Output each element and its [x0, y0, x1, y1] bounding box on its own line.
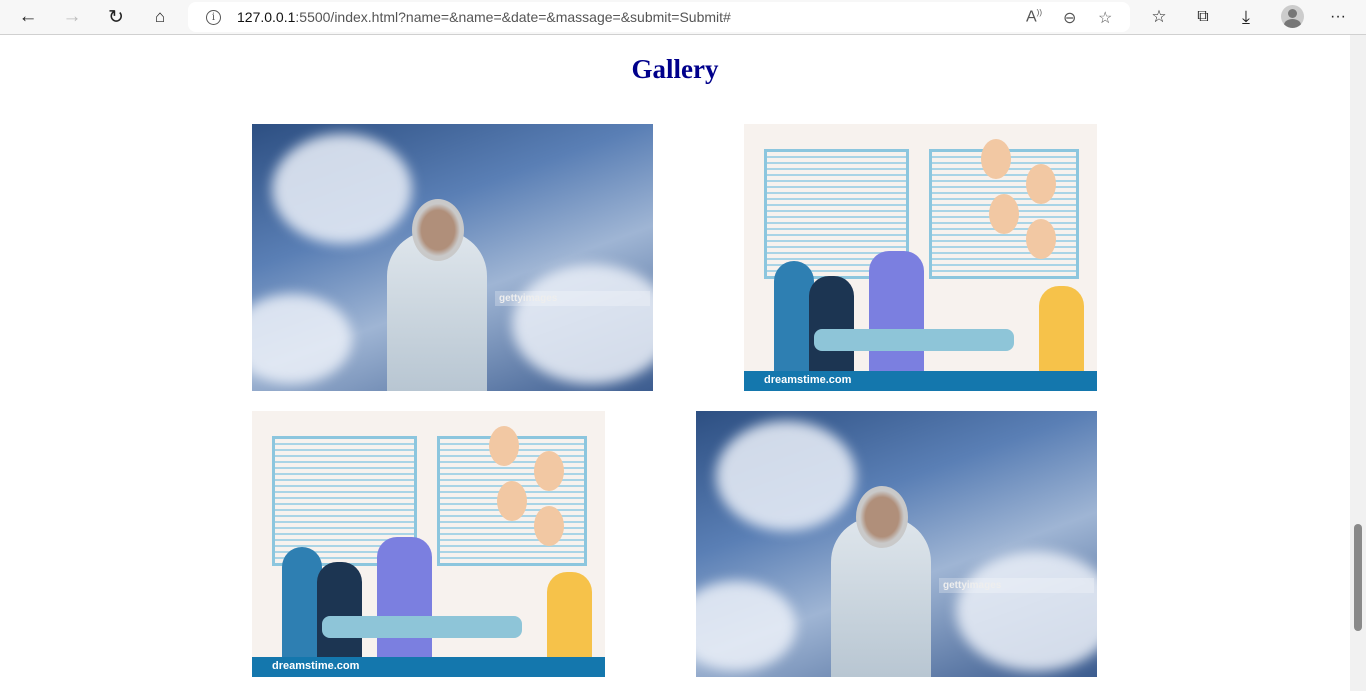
download-icon[interactable]: ⤓	[1232, 4, 1260, 30]
browser-toolbar: ← → ↻ ⌂ i 127.0.0.1:5500/index.html?name…	[0, 0, 1366, 35]
profile-avatar[interactable]	[1281, 5, 1304, 28]
forward-button[interactable]: →	[58, 4, 86, 30]
gallery-image-1: gettyimages	[252, 124, 653, 391]
url-text[interactable]: 127.0.0.1:5500/index.html?name=&name=&da…	[237, 9, 731, 25]
favorites-icon[interactable]: ☆	[1145, 4, 1173, 30]
gallery-image-4: gettyimages	[696, 411, 1097, 677]
home-button[interactable]: ⌂	[146, 4, 174, 30]
gallery-image-2: dreamstime.com	[744, 124, 1097, 391]
page-title: Gallery	[631, 54, 719, 84]
info-icon[interactable]: i	[206, 9, 221, 25]
back-button[interactable]: ←	[14, 4, 42, 30]
vertical-scrollbar[interactable]	[1350, 35, 1366, 691]
add-favorite-icon[interactable]: ☆	[1098, 8, 1112, 28]
scrollbar-thumb[interactable]	[1354, 524, 1362, 631]
reload-button[interactable]: ↻	[102, 4, 130, 30]
collections-icon[interactable]: ⧉	[1189, 4, 1217, 30]
zoom-out-icon[interactable]: ⊖	[1063, 8, 1076, 28]
address-bar[interactable]: i 127.0.0.1:5500/index.html?name=&name=&…	[188, 2, 1130, 32]
gallery-image-3: dreamstime.com	[252, 411, 605, 677]
more-menu-icon[interactable]: ···	[1324, 4, 1352, 30]
read-aloud-icon[interactable]: A))	[1026, 8, 1042, 26]
